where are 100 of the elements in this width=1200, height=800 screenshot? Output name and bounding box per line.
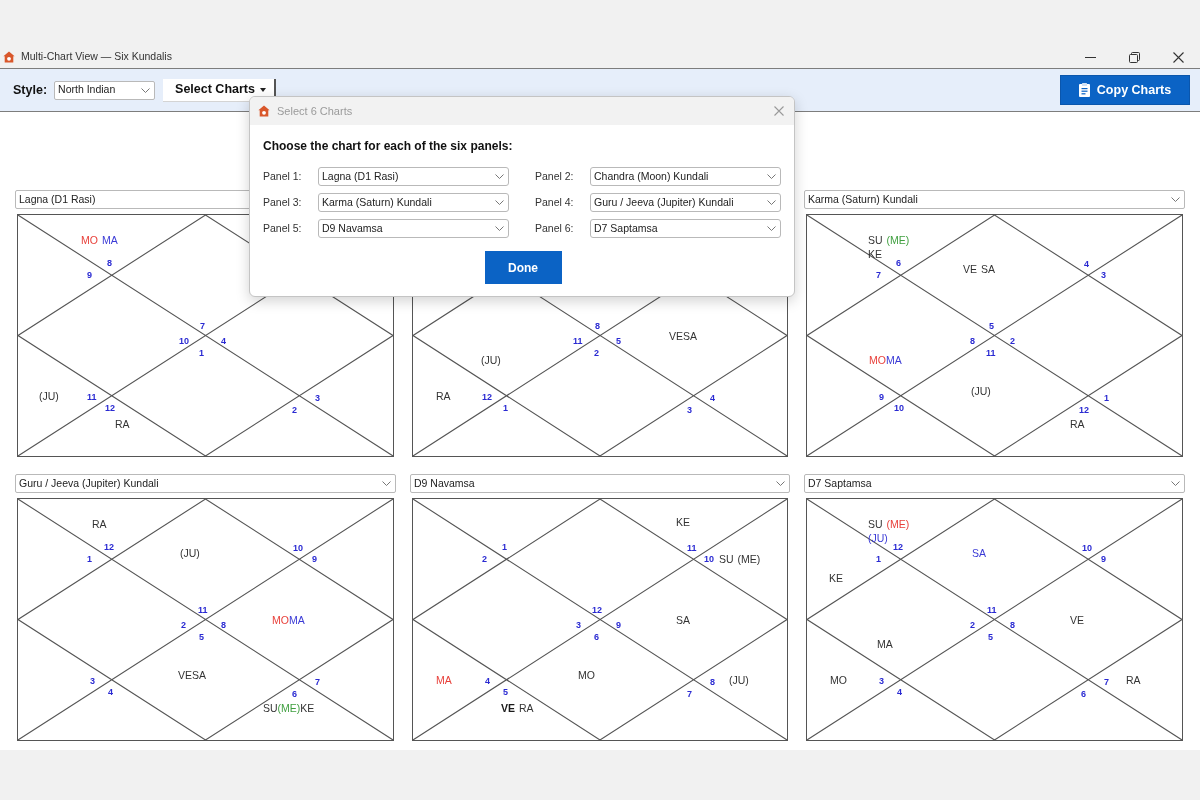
planet-label: MO xyxy=(81,233,98,247)
house-number: 10 xyxy=(293,544,303,553)
planet-label: RA xyxy=(519,701,534,715)
panel-select[interactable]: Guru / Jeeva (Jupiter) Kundali xyxy=(590,193,781,212)
house-number: 2 xyxy=(1010,337,1015,346)
house-number: 4 xyxy=(108,688,113,697)
house-number: 2 xyxy=(292,406,297,415)
planet-label: MA xyxy=(885,353,902,367)
planet-label: MA xyxy=(101,233,118,247)
copy-charts-button[interactable]: Copy Charts xyxy=(1060,75,1190,105)
planet-label: MA xyxy=(288,613,305,627)
house-number: 3 xyxy=(576,621,581,630)
house-number: 4 xyxy=(485,677,490,686)
planet-label: MA xyxy=(436,673,452,687)
planet-label: MO xyxy=(578,668,595,682)
chevron-down-icon xyxy=(776,481,785,486)
house-number: 10 xyxy=(1082,544,1092,553)
house-number: 6 xyxy=(1081,690,1086,699)
panel-select[interactable]: D9 Navamsa xyxy=(318,219,509,238)
caret-icon xyxy=(259,87,266,92)
house-number: 11 xyxy=(573,337,583,346)
close-icon[interactable] xyxy=(1172,51,1184,63)
minimize-icon[interactable] xyxy=(1084,56,1096,58)
chart-select[interactable]: Guru / Jeeva (Jupiter) Kundali xyxy=(15,474,396,493)
planet-label: VE xyxy=(501,701,515,715)
planet-label: (ME) xyxy=(886,233,910,247)
house-number: 12 xyxy=(1079,406,1089,415)
planet-label: VE xyxy=(1070,613,1084,627)
house-number: 12 xyxy=(592,606,602,615)
house-icon xyxy=(258,105,270,117)
house-icon xyxy=(3,51,15,63)
house-number: 9 xyxy=(616,621,621,630)
house-number: 9 xyxy=(1101,555,1106,564)
house-number: 3 xyxy=(90,677,95,686)
house-number: 4 xyxy=(221,337,226,346)
house-number: 7 xyxy=(1104,678,1109,687)
planet-label: KE xyxy=(676,515,690,529)
house-number: 6 xyxy=(896,259,901,268)
panel-label: Panel 3: xyxy=(263,194,303,210)
chevron-down-icon xyxy=(495,226,504,231)
planet-label: KE xyxy=(829,571,843,585)
planet-label: SA xyxy=(981,262,996,276)
house-number: 10 xyxy=(704,555,714,564)
panel-select[interactable]: D7 Saptamsa xyxy=(590,219,781,238)
house-number: 8 xyxy=(595,322,600,331)
planet-label: MO xyxy=(272,613,289,627)
house-number: 9 xyxy=(87,271,92,280)
house-number: 8 xyxy=(1010,621,1015,630)
window-title: Multi-Chart View — Six Kundalis xyxy=(21,49,172,65)
house-number: 3 xyxy=(879,677,884,686)
planet-label: (JU) xyxy=(971,384,991,398)
planet-label: (JU) xyxy=(729,673,749,687)
house-number: 8 xyxy=(221,621,226,630)
planet-label: (ME) xyxy=(886,517,910,531)
house-number: 2 xyxy=(594,349,599,358)
house-number: 5 xyxy=(989,322,994,331)
chevron-down-icon xyxy=(495,200,504,205)
chevron-down-icon xyxy=(382,481,391,486)
planet-label: SA xyxy=(972,546,986,560)
house-number: 4 xyxy=(1084,260,1089,269)
chevron-down-icon xyxy=(1171,481,1180,486)
chart-select[interactable]: D9 Navamsa xyxy=(410,474,790,493)
planet-label: (JU) xyxy=(39,389,59,403)
house-number: 5 xyxy=(616,337,621,346)
house-number: 1 xyxy=(87,555,92,564)
planet-label: RA xyxy=(115,417,130,431)
house-number: 8 xyxy=(970,337,975,346)
planet-label: SU xyxy=(868,517,883,531)
planet-label: SU xyxy=(868,233,883,247)
planet-label: MA xyxy=(877,637,893,651)
panel-label: Panel 4: xyxy=(535,194,575,210)
panel-select[interactable]: Lagna (D1 Rasi) xyxy=(318,167,509,186)
house-number: 1 xyxy=(502,543,507,552)
house-number: 11 xyxy=(198,606,208,615)
chart-select[interactable]: Karma (Saturn) Kundali xyxy=(804,190,1185,209)
done-button[interactable]: Done xyxy=(484,251,562,284)
chevron-down-icon xyxy=(767,200,776,205)
select-charts-button[interactable]: Select Charts xyxy=(163,78,276,102)
panel-label: Panel 2: xyxy=(535,168,575,184)
planet-label: (JU) xyxy=(180,546,200,560)
planet-label: SA xyxy=(192,668,207,682)
house-number: 10 xyxy=(894,404,904,413)
clipboard-icon xyxy=(1078,83,1090,97)
house-number: 6 xyxy=(292,690,297,699)
chart-select[interactable]: D7 Saptamsa xyxy=(804,474,1185,493)
style-label: Style: xyxy=(13,81,48,99)
chevron-down-icon xyxy=(767,226,776,231)
planet-label: (ME) xyxy=(277,701,301,715)
restore-icon[interactable] xyxy=(1128,51,1140,63)
panel-select[interactable]: Karma (Saturn) Kundali xyxy=(318,193,509,212)
house-number: 4 xyxy=(710,394,715,403)
house-number: 4 xyxy=(897,688,902,697)
panel-select[interactable]: Chandra (Moon) Kundali xyxy=(590,167,781,186)
house-number: 12 xyxy=(104,543,114,552)
planet-label: RA xyxy=(1126,673,1141,687)
house-number: 11 xyxy=(987,606,997,615)
planet-label: SU xyxy=(263,701,278,715)
panel-label: Panel 5: xyxy=(263,220,303,236)
style-select[interactable]: North Indian xyxy=(54,80,156,100)
planet-label: MO xyxy=(869,353,886,367)
